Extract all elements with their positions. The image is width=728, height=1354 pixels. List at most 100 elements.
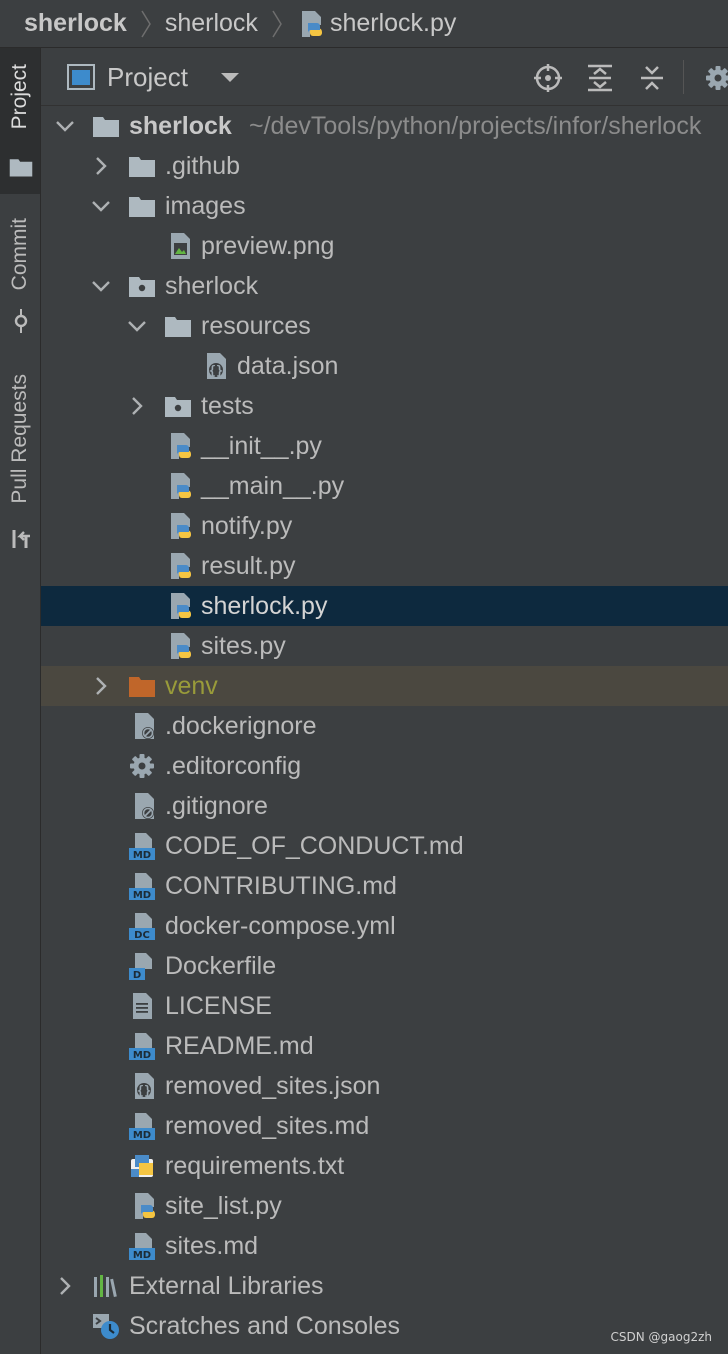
tree-item-images[interactable]: images	[41, 186, 728, 226]
project-view-icon	[67, 64, 95, 90]
tree-item-readme[interactable]: README.md	[41, 1026, 728, 1066]
ignore-file-icon	[129, 711, 159, 741]
tree-item-label: result.py	[201, 552, 296, 580]
tree-item-label: External Libraries	[129, 1272, 324, 1300]
tree-item-gitignore[interactable]: .gitignore	[41, 786, 728, 826]
chevron-down-icon[interactable]	[125, 314, 149, 338]
docker-compose-file-icon	[127, 911, 157, 941]
breadcrumb-separator-icon	[270, 9, 284, 39]
tree-item-removed-sites-json[interactable]: removed_sites.json	[41, 1066, 728, 1106]
tree-item-sites-py[interactable]: sites.py	[41, 626, 728, 666]
chevron-down-icon[interactable]	[89, 194, 113, 218]
package-icon	[127, 271, 157, 301]
breadcrumb-file-label: sherlock.py	[329, 9, 457, 37]
tree-item-dockerfile[interactable]: Dockerfile	[41, 946, 728, 986]
tree-item-label: sites.py	[201, 632, 286, 660]
tree-item-resources[interactable]: resources	[41, 306, 728, 346]
tree-item-license[interactable]: LICENSE	[41, 986, 728, 1026]
tree-item-label: sherlock	[165, 272, 259, 300]
gear-icon	[127, 751, 157, 781]
chevron-right-icon[interactable]	[53, 1274, 77, 1298]
tree-item-docker-compose[interactable]: docker-compose.yml	[41, 906, 728, 946]
tree-item-label: CODE_OF_CONDUCT.md	[165, 832, 464, 860]
ignore-file-icon	[129, 791, 159, 821]
tree-item-label: requirements.txt	[165, 1152, 345, 1180]
python-file-icon	[165, 591, 195, 621]
tree-item-sherlock-package[interactable]: sherlock	[41, 266, 728, 306]
chevron-down-icon[interactable]	[53, 114, 77, 138]
tree-item-label: site_list.py	[165, 1192, 282, 1220]
gear-icon[interactable]	[703, 63, 728, 93]
tree-item-label: .gitignore	[165, 792, 268, 820]
tree-item-label: Scratches and Consoles	[129, 1312, 400, 1340]
tree-item-root[interactable]: sherlock ~/devTools/python/projects/info…	[41, 106, 728, 146]
tree-item-contributing[interactable]: CONTRIBUTING.md	[41, 866, 728, 906]
tree-item-preview-png[interactable]: preview.png	[41, 226, 728, 266]
chevron-right-icon[interactable]	[125, 394, 149, 418]
tree-item-requirements[interactable]: requirements.txt	[41, 1146, 728, 1186]
tree-item-path: ~/devTools/python/projects/infor/sherloc…	[249, 112, 702, 140]
tree-item-label: .github	[165, 152, 241, 180]
tree-item-sherlock-py[interactable]: sherlock.py	[41, 586, 728, 626]
tree-item-data-json[interactable]: data.json	[41, 346, 728, 386]
breadcrumb: sherlock sherlock sherlock.py	[0, 0, 728, 48]
tree-item-notify-py[interactable]: notify.py	[41, 506, 728, 546]
python-file-icon	[165, 551, 195, 581]
tree-item-external-libraries[interactable]: External Libraries	[41, 1266, 728, 1306]
python-file-icon	[165, 471, 195, 501]
chevron-right-icon[interactable]	[89, 674, 113, 698]
collapse-all-icon[interactable]	[637, 63, 667, 93]
libraries-icon	[91, 1271, 121, 1301]
markdown-file-icon	[127, 1031, 157, 1061]
tree-item-label: removed_sites.json	[165, 1072, 381, 1100]
locate-file-icon[interactable]	[533, 63, 563, 93]
tree-item-github[interactable]: .github	[41, 146, 728, 186]
json-file-icon	[129, 1071, 159, 1101]
chevron-right-icon[interactable]	[89, 154, 113, 178]
tree-item-sites-md[interactable]: sites.md	[41, 1226, 728, 1266]
breadcrumb-separator-icon	[139, 9, 153, 39]
tree-item-dockerignore[interactable]: .dockerignore	[41, 706, 728, 746]
breadcrumb-item-package[interactable]: sherlock	[165, 9, 258, 38]
tree-item-main-py[interactable]: __main__.py	[41, 466, 728, 506]
tree-item-label: sherlock	[129, 112, 232, 140]
python-file-icon	[165, 511, 195, 541]
tree-item-result-py[interactable]: result.py	[41, 546, 728, 586]
markdown-file-icon	[127, 1231, 157, 1261]
stripe-pull-requests-button[interactable]: Pull Requests	[0, 366, 40, 556]
tree-item-removed-sites-md[interactable]: removed_sites.md	[41, 1106, 728, 1146]
json-file-icon	[201, 351, 231, 381]
tree-item-label: sherlock.py	[201, 592, 328, 620]
python-file-icon	[165, 631, 195, 661]
tree-item-label: removed_sites.md	[165, 1112, 370, 1140]
tree-item-site-list-py[interactable]: site_list.py	[41, 1186, 728, 1226]
tree-item-label: .editorconfig	[165, 752, 302, 780]
breadcrumb-item-file[interactable]: sherlock.py	[296, 9, 456, 39]
project-tree: sherlock ~/devTools/python/projects/info…	[41, 106, 728, 1354]
requirements-file-icon	[127, 1151, 157, 1181]
tree-item-label: images	[165, 192, 246, 220]
tree-item-label: LICENSE	[165, 992, 272, 1020]
package-icon	[163, 391, 193, 421]
expand-all-icon[interactable]	[585, 63, 615, 93]
tree-item-init-py[interactable]: __init__.py	[41, 426, 728, 466]
tree-item-label: Dockerfile	[165, 952, 277, 980]
stripe-commit-button[interactable]: Commit	[0, 208, 40, 338]
tree-item-editorconfig[interactable]: .editorconfig	[41, 746, 728, 786]
tree-item-label: venv	[165, 672, 218, 700]
stripe-pull-requests-label: Pull Requests	[8, 374, 31, 504]
stripe-project-button[interactable]: Project	[0, 48, 40, 194]
breadcrumb-item-project[interactable]: sherlock	[24, 9, 127, 38]
tree-item-label: notify.py	[201, 512, 293, 540]
folder-icon	[127, 191, 157, 221]
markdown-file-icon	[127, 831, 157, 861]
tree-item-tests[interactable]: tests	[41, 386, 728, 426]
project-view-title[interactable]: Project	[107, 62, 188, 93]
tree-item-label: data.json	[237, 352, 339, 380]
tree-item-venv[interactable]: venv	[41, 666, 728, 706]
watermark: CSDN @gaog2zh	[610, 1330, 713, 1344]
tree-item-code-of-conduct[interactable]: CODE_OF_CONDUCT.md	[41, 826, 728, 866]
pull-request-icon	[12, 530, 30, 548]
chevron-down-icon[interactable]	[89, 274, 113, 298]
chevron-down-icon[interactable]	[219, 72, 241, 84]
